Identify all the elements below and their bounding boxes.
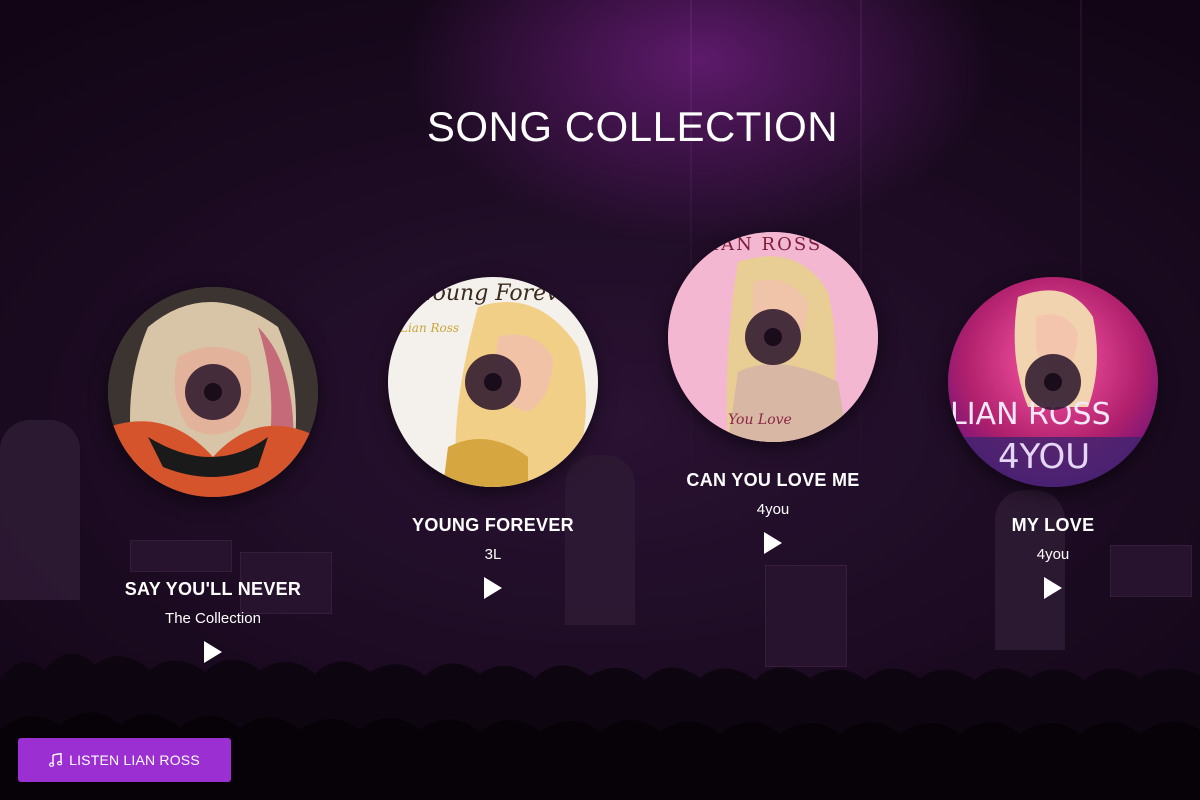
song-album: 4you (756, 501, 790, 518)
song-disc[interactable]: LIAN ROSS 4YOU (948, 277, 1158, 487)
disc-center-hole (1025, 354, 1081, 410)
cover-title-text: Young Forever (420, 281, 583, 306)
play-icon[interactable] (204, 641, 222, 663)
listen-lian-ross-button[interactable]: LISTEN LIAN ROSS (18, 738, 231, 782)
listen-button-label: LISTEN LIAN ROSS (69, 752, 200, 768)
song-album: The Collection (165, 610, 261, 627)
song-collection-section: SONG COLLECTION SAY YOU'LL NEVER The Col… (0, 0, 1200, 800)
song-disc[interactable]: LIAN ROSS You Love (668, 232, 878, 442)
song-title: YOUNG FOREVER (412, 515, 574, 535)
music-note-icon (49, 753, 63, 767)
disc-center-hole (185, 364, 241, 420)
song-title: CAN YOU LOVE ME (686, 470, 860, 490)
play-icon[interactable] (764, 532, 782, 554)
song-album: 3L (484, 546, 502, 563)
song-card: LIAN ROSS 4YOU MY LOVE 4you (948, 277, 1158, 604)
play-icon[interactable] (1044, 577, 1062, 599)
cover-artist-text: Lian Ross (400, 321, 460, 335)
song-disc[interactable]: Young Forever Lian Ross (388, 277, 598, 487)
song-album: 4you (1036, 546, 1070, 563)
guitarist-silhouette (0, 420, 80, 600)
song-disc[interactable] (108, 287, 318, 497)
disc-center-hole (745, 309, 801, 365)
song-title: SAY YOU'LL NEVER (124, 579, 302, 599)
song-card: LIAN ROSS You Love CAN YOU LOVE ME 4you (668, 232, 878, 559)
cover-title-text: LIAN ROSS (698, 234, 823, 255)
song-card: SAY YOU'LL NEVER The Collection (108, 287, 318, 668)
disc-center-hole (465, 354, 521, 410)
play-icon[interactable] (484, 577, 502, 599)
song-title: MY LOVE (1011, 515, 1095, 535)
cover-title-text: LIAN ROSS (950, 397, 1111, 432)
cover-subtitle-text: 4YOU (998, 437, 1091, 477)
page-title: SONG COLLECTION (426, 103, 839, 150)
song-card: Young Forever Lian Ross YOUNG FOREVER 3L (388, 277, 598, 604)
cover-subtitle-text: You Love (728, 412, 792, 428)
